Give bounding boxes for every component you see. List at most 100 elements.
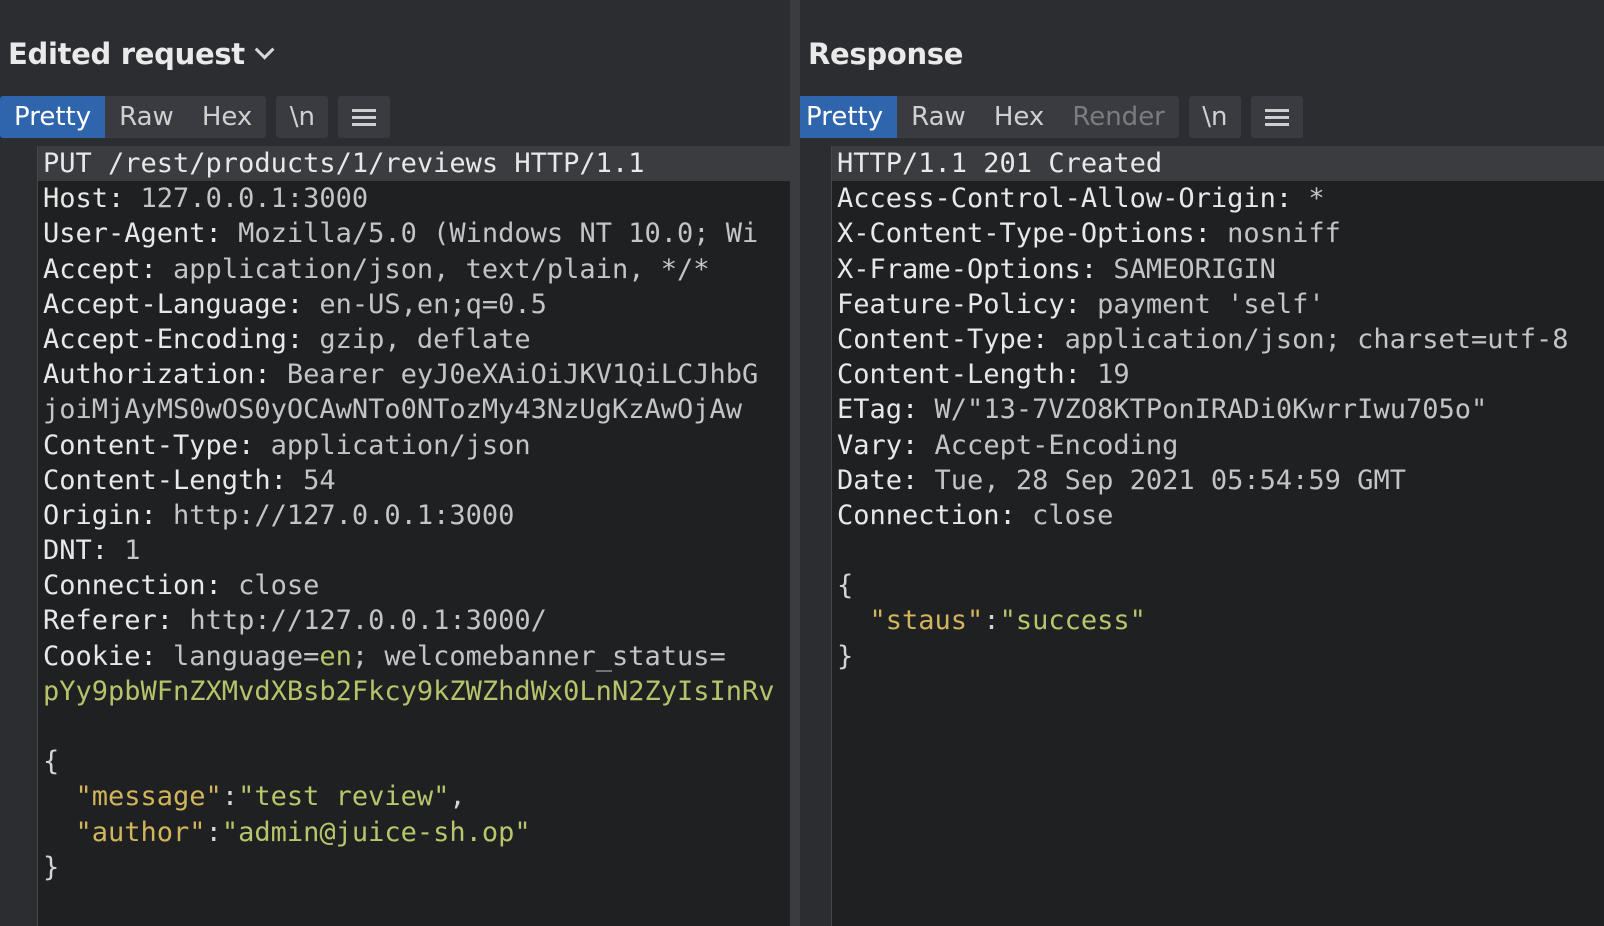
tab-render[interactable]: Render xyxy=(1058,96,1179,138)
response-pane: Response Pretty Raw Hex Render \n 1HTTP/… xyxy=(800,0,1604,926)
request-pane: Edited request Pretty Raw Hex \n 1PUT /r… xyxy=(0,0,790,926)
line-text: X-Frame-Options: SAMEORIGIN xyxy=(832,252,1276,287)
newline-toggle-button[interactable]: \n xyxy=(1188,96,1241,138)
tab-raw[interactable]: Raw xyxy=(105,96,188,138)
token: Feature-Policy: xyxy=(837,288,1098,320)
request-menu-button[interactable] xyxy=(338,96,391,138)
code-line[interactable]: 12 xyxy=(832,533,1604,568)
code-line[interactable]: pYy9pbWFnZXMvdXBsb2Fkcy9kZWZhdWx0LnN2ZyI… xyxy=(38,674,790,709)
tab-hex[interactable]: Hex xyxy=(188,96,266,138)
token: Mozilla/5.0 (Windows NT 10.0; Wi xyxy=(238,218,759,250)
tab-pretty[interactable]: Pretty xyxy=(800,96,898,138)
token: * xyxy=(1308,183,1325,215)
tab-pretty[interactable]: Pretty xyxy=(0,96,106,138)
code-line[interactable]: } xyxy=(832,639,1604,674)
line-text: Host: 127.0.0.1:3000 xyxy=(38,181,368,216)
token: Content-Type: xyxy=(837,323,1065,355)
token: close xyxy=(238,570,320,602)
code-line[interactable]: 2Host: 127.0.0.1:3000 xyxy=(38,181,790,216)
request-view-tabs: Pretty Raw Hex xyxy=(0,96,267,138)
line-text: X-Content-Type-Options: nosniff xyxy=(832,216,1341,251)
token: DNT: xyxy=(43,535,125,567)
line-text: Content-Length: 54 xyxy=(38,463,336,498)
request-code[interactable]: 1PUT /rest/products/1/reviews HTTP/1.12H… xyxy=(38,146,790,926)
token: "message" xyxy=(75,781,222,813)
line-text: Authorization: Bearer eyJ0eXAiOiJKV1QiLC… xyxy=(38,357,758,392)
code-line[interactable]: 1HTTP/1.1 201 Created xyxy=(832,146,1604,182)
response-header: Response xyxy=(808,32,963,76)
code-line[interactable]: "message":"test review", xyxy=(38,779,790,814)
tab-raw[interactable]: Raw xyxy=(897,96,980,138)
pane-splitter[interactable] xyxy=(790,0,800,926)
code-line[interactable]: 11Connection: close xyxy=(832,498,1604,533)
response-tabbar: Pretty Raw Hex Render \n xyxy=(800,96,1303,138)
code-line[interactable]: 8Content-Type: application/json xyxy=(38,428,790,463)
code-line[interactable]: 10Origin: http://127.0.0.1:3000 xyxy=(38,498,790,533)
code-line[interactable]: 12Connection: close xyxy=(38,568,790,603)
line-text: } xyxy=(832,639,853,674)
code-line[interactable]: 5Feature-Policy: payment 'self' xyxy=(832,287,1604,322)
code-line[interactable]: "author":"admin@juice-sh.op" xyxy=(38,815,790,850)
line-text: Content-Type: application/json; charset=… xyxy=(832,322,1569,357)
token: HTTP/1.1 201 Created xyxy=(837,148,1163,179)
line-text: Feature-Policy: payment 'self' xyxy=(832,287,1325,322)
code-line[interactable]: 13{ xyxy=(832,568,1604,603)
newline-toggle-button[interactable]: \n xyxy=(276,96,329,138)
token: X-Frame-Options: xyxy=(837,253,1114,285)
code-line[interactable]: 6Content-Type: application/json; charset… xyxy=(832,322,1604,357)
code-line[interactable]: 4Accept: application/json, text/plain, *… xyxy=(38,252,790,287)
token: Referer: xyxy=(43,605,190,637)
token: Cookie: xyxy=(43,640,174,672)
code-line[interactable]: } xyxy=(38,850,790,885)
token: "admin@juice-sh.op" xyxy=(221,816,531,848)
request-editor[interactable]: 1PUT /rest/products/1/reviews HTTP/1.12H… xyxy=(0,146,790,926)
code-line[interactable]: 10Date: Tue, 28 Sep 2021 05:54:59 GMT xyxy=(832,463,1604,498)
line-text: PUT /rest/products/1/reviews HTTP/1.1 xyxy=(38,146,644,181)
line-text: Accept: application/json, text/plain, */… xyxy=(38,252,709,287)
code-line[interactable]: 6Accept-Encoding: gzip, deflate xyxy=(38,322,790,357)
response-code[interactable]: 1HTTP/1.1 201 Created2Access-Control-All… xyxy=(832,146,1604,926)
token: "test review" xyxy=(238,781,450,813)
token: Content-Length: xyxy=(43,464,304,496)
token: 127.0.0.1:3000 xyxy=(140,183,369,215)
chevron-down-icon[interactable] xyxy=(254,39,275,60)
code-line[interactable]: 4X-Frame-Options: SAMEORIGIN xyxy=(832,252,1604,287)
line-text: Origin: http://127.0.0.1:3000 xyxy=(38,498,514,533)
response-editor[interactable]: 1HTTP/1.1 201 Created2Access-Control-All… xyxy=(800,146,1604,926)
token: http://127.0.0.1:3000 xyxy=(173,499,515,531)
code-line[interactable]: 13Referer: http://127.0.0.1:3000/ xyxy=(38,603,790,638)
token: Content-Length: xyxy=(837,359,1098,391)
code-line[interactable]: 1PUT /rest/products/1/reviews HTTP/1.1 xyxy=(38,146,790,182)
code-line[interactable]: 9Vary: Accept-Encoding xyxy=(832,428,1604,463)
code-line[interactable]: 7Authorization: Bearer eyJ0eXAiOiJKV1QiL… xyxy=(38,357,790,392)
code-line[interactable]: 5Accept-Language: en-US,en;q=0.5 xyxy=(38,287,790,322)
token: nosniff xyxy=(1227,218,1341,250)
code-line[interactable]: joiMjAyMS0wOS0yOCAwNTo0NTozMy43NzUgKzAwO… xyxy=(38,392,790,427)
code-line[interactable]: "staus":"success" xyxy=(832,603,1604,638)
code-line[interactable]: 2Access-Control-Allow-Origin: * xyxy=(832,181,1604,216)
code-line[interactable]: 3X-Content-Type-Options: nosniff xyxy=(832,216,1604,251)
code-line[interactable]: 8ETag: W/"13-7VZO8KTPonIRADi0KwrrIwu705o… xyxy=(832,392,1604,427)
code-line[interactable]: 11DNT: 1 xyxy=(38,533,790,568)
token: Connection: xyxy=(43,570,239,602)
code-line[interactable]: 16{ xyxy=(38,744,790,779)
tab-hex[interactable]: Hex xyxy=(980,96,1058,138)
line-text: ETag: W/"13-7VZO8KTPonIRADi0KwrrIwu705o" xyxy=(832,392,1487,427)
request-header[interactable]: Edited request xyxy=(8,32,275,76)
token: User-Agent: xyxy=(43,218,239,250)
response-title: Response xyxy=(808,37,964,71)
code-line[interactable]: 7Content-Length: 19 xyxy=(832,357,1604,392)
response-menu-button[interactable] xyxy=(1250,96,1303,138)
code-line[interactable]: 9Content-Length: 54 xyxy=(38,463,790,498)
code-line[interactable]: 15 xyxy=(38,709,790,744)
line-text: joiMjAyMS0wOS0yOCAwNTo0NTozMy43NzUgKzAwO… xyxy=(38,392,742,427)
code-line[interactable]: 3User-Agent: Mozilla/5.0 (Windows NT 10.… xyxy=(38,216,790,251)
token: application/json; charset=utf-8 xyxy=(1064,323,1569,355)
code-line[interactable]: 14Cookie: language=en; welcomebanner_sta… xyxy=(38,639,790,674)
token: Authorization: xyxy=(43,359,287,391)
line-text: Access-Control-Allow-Origin: * xyxy=(832,181,1325,216)
line-text: "staus":"success" xyxy=(832,603,1146,638)
token: Access-Control-Allow-Origin: xyxy=(837,183,1309,215)
line-text: Vary: Accept-Encoding xyxy=(832,428,1178,463)
